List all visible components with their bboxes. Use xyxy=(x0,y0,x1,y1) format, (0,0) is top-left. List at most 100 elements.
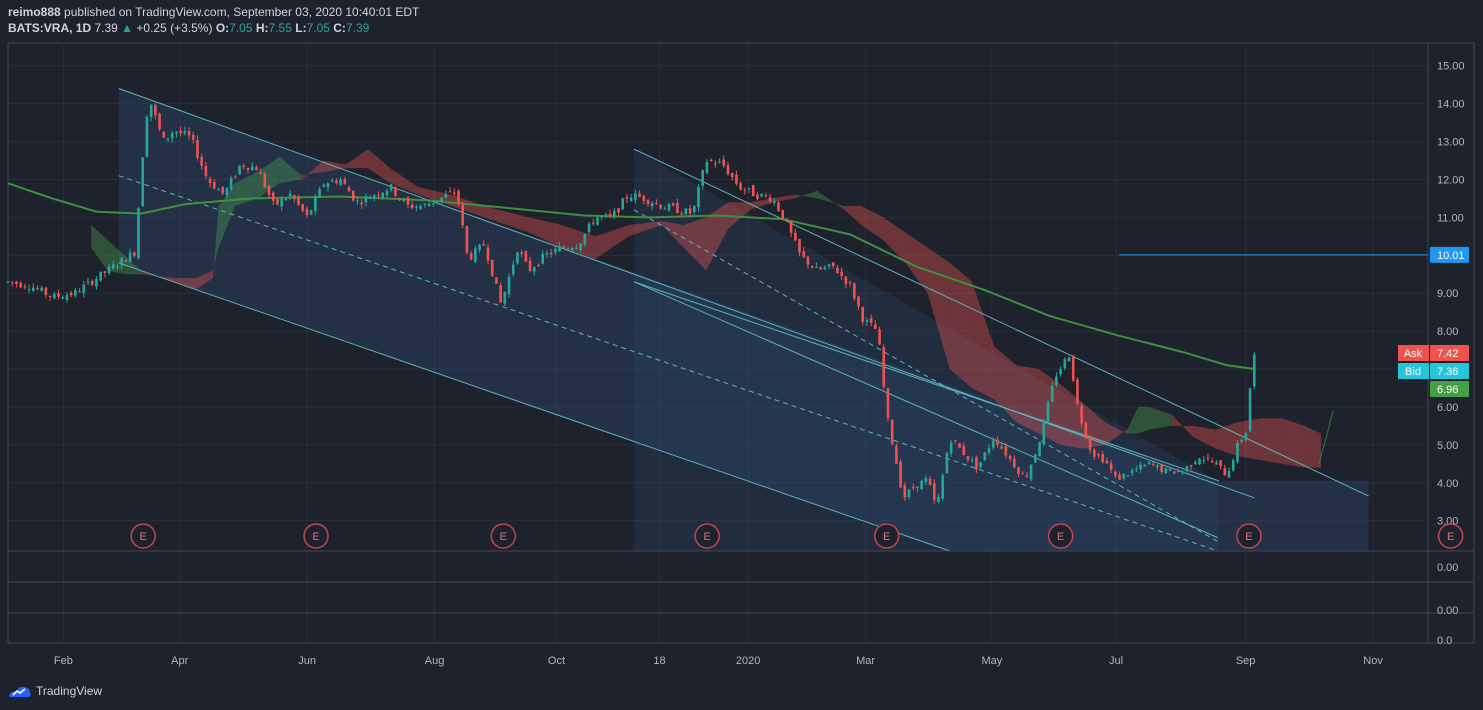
candle-down[interactable] xyxy=(861,307,865,322)
candle-down[interactable] xyxy=(810,266,814,268)
candle-up[interactable] xyxy=(747,187,751,189)
candle-down[interactable] xyxy=(617,208,620,213)
candle-up[interactable] xyxy=(604,214,608,216)
candle-up[interactable] xyxy=(238,165,241,175)
candle-up[interactable] xyxy=(385,190,389,196)
candle-up[interactable] xyxy=(419,206,422,209)
candle-down[interactable] xyxy=(1092,449,1096,457)
candle-up[interactable] xyxy=(1231,460,1235,471)
candle-up[interactable] xyxy=(697,187,700,208)
candle-down[interactable] xyxy=(958,443,961,448)
candle-up[interactable] xyxy=(373,195,376,198)
candle-down[interactable] xyxy=(625,196,629,199)
candle-up[interactable] xyxy=(718,161,721,163)
candle-down[interactable] xyxy=(191,134,195,140)
candle-down[interactable] xyxy=(537,264,540,266)
candle-up[interactable] xyxy=(111,264,115,269)
candle-up[interactable] xyxy=(566,248,570,250)
candle-up[interactable] xyxy=(339,179,342,185)
candle-up[interactable] xyxy=(120,257,123,266)
candle-down[interactable] xyxy=(798,239,801,253)
candle-up[interactable] xyxy=(629,197,633,201)
candle-down[interactable] xyxy=(204,165,208,177)
candle-up[interactable] xyxy=(1185,466,1189,472)
candle-down[interactable] xyxy=(1118,474,1121,480)
candle-down[interactable] xyxy=(975,457,978,470)
candle-down[interactable] xyxy=(831,262,835,266)
candle-down[interactable] xyxy=(802,251,806,257)
candle-down[interactable] xyxy=(490,259,494,277)
candle-up[interactable] xyxy=(507,276,511,295)
candle-down[interactable] xyxy=(255,167,258,171)
candle-up[interactable] xyxy=(987,448,991,453)
candle-down[interactable] xyxy=(819,267,822,270)
candle-down[interactable] xyxy=(785,220,789,222)
candle-down[interactable] xyxy=(23,286,27,288)
candle-up[interactable] xyxy=(250,166,254,171)
candle-down[interactable] xyxy=(781,210,785,219)
candle-down[interactable] xyxy=(794,232,797,241)
candle-down[interactable] xyxy=(777,202,780,211)
candle-down[interactable] xyxy=(730,173,734,178)
candle-up[interactable] xyxy=(587,223,591,232)
candle-down[interactable] xyxy=(335,180,338,184)
candle-up[interactable] xyxy=(941,475,945,499)
candle-up[interactable] xyxy=(991,440,995,448)
candle-down[interactable] xyxy=(756,194,759,199)
candle-up[interactable] xyxy=(330,180,334,182)
candle-up[interactable] xyxy=(1240,439,1243,442)
candle-down[interactable] xyxy=(448,191,452,193)
candle-up[interactable] xyxy=(381,192,385,199)
candle-up[interactable] xyxy=(865,320,869,322)
candle-up[interactable] xyxy=(6,281,10,283)
candle-down[interactable] xyxy=(878,329,881,345)
candle-up[interactable] xyxy=(1194,462,1197,465)
candle-up[interactable] xyxy=(1055,376,1058,386)
candle-down[interactable] xyxy=(1114,471,1117,476)
candle-up[interactable] xyxy=(440,197,443,202)
candle-down[interactable] xyxy=(124,259,128,262)
candle-down[interactable] xyxy=(642,195,646,201)
candle-up[interactable] xyxy=(170,133,174,139)
candle-down[interactable] xyxy=(528,260,532,271)
candle-down[interactable] xyxy=(276,199,279,205)
candle-down[interactable] xyxy=(768,197,772,202)
candle-down[interactable] xyxy=(1080,405,1083,424)
candle-down[interactable] xyxy=(726,165,730,175)
candle-down[interactable] xyxy=(562,246,566,248)
candle-down[interactable] xyxy=(1084,422,1088,438)
candle-down[interactable] xyxy=(680,213,683,215)
candle-down[interactable] xyxy=(1076,379,1079,404)
candle-up[interactable] xyxy=(1067,357,1071,362)
candle-up[interactable] xyxy=(40,287,43,291)
candle-up[interactable] xyxy=(65,295,69,300)
candle-down[interactable] xyxy=(103,271,107,273)
candle-down[interactable] xyxy=(242,165,246,168)
candle-down[interactable] xyxy=(406,197,410,205)
candle-up[interactable] xyxy=(1244,432,1248,440)
candle-up[interactable] xyxy=(1126,475,1130,477)
candle-up[interactable] xyxy=(1034,454,1037,463)
candle-up[interactable] xyxy=(1202,459,1206,461)
candle-down[interactable] xyxy=(1097,454,1100,456)
candle-down[interactable] xyxy=(1008,455,1012,459)
candle-up[interactable] xyxy=(1236,442,1239,462)
candle-down[interactable] xyxy=(1025,475,1029,477)
candle-down[interactable] xyxy=(928,478,932,485)
candle-down[interactable] xyxy=(1012,458,1016,468)
candle-down[interactable] xyxy=(179,130,182,134)
candle-down[interactable] xyxy=(857,296,860,307)
candle-up[interactable] xyxy=(1156,465,1159,468)
candle-down[interactable] xyxy=(398,198,401,200)
candle-down[interactable] xyxy=(133,252,136,256)
candle-up[interactable] xyxy=(149,104,153,118)
candle-up[interactable] xyxy=(970,459,974,461)
candle-up[interactable] xyxy=(415,206,418,208)
candle-up[interactable] xyxy=(701,170,705,187)
candle-up[interactable] xyxy=(1042,420,1046,445)
candle-down[interactable] xyxy=(789,221,793,233)
candle-up[interactable] xyxy=(53,293,56,299)
candle-down[interactable] xyxy=(499,285,502,303)
candle-down[interactable] xyxy=(886,388,890,418)
candle-down[interactable] xyxy=(15,282,18,284)
